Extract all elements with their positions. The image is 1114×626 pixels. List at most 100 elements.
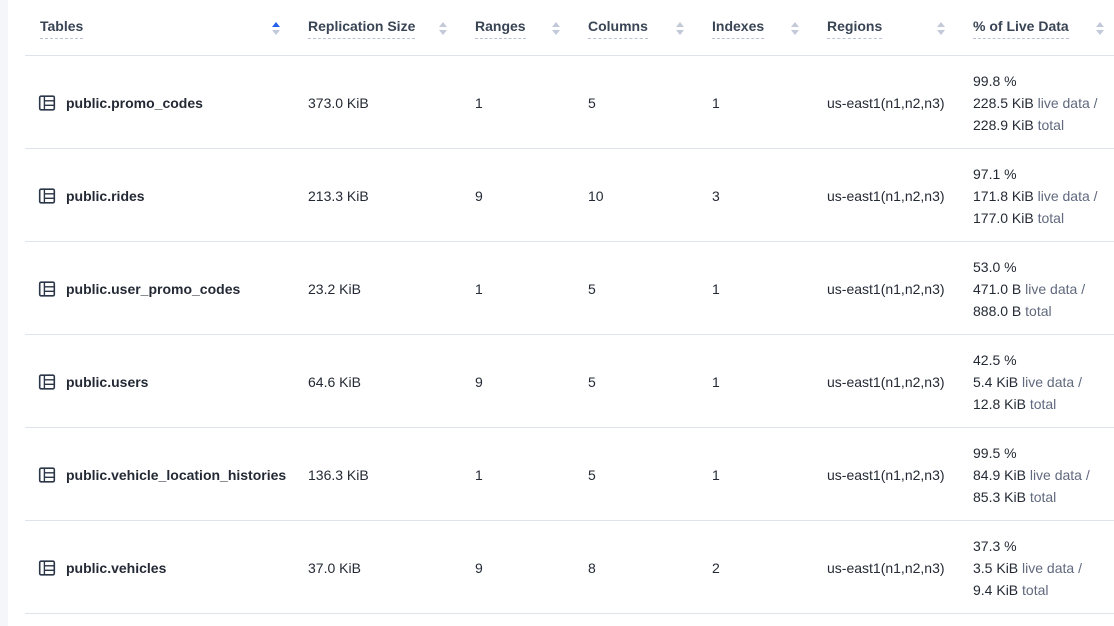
ranges-cell: 9: [467, 374, 580, 390]
total-size-line: 228.9 KiB total: [973, 114, 1108, 136]
sort-arrows-icon[interactable]: [1084, 22, 1104, 35]
column-header-tables[interactable]: Tables: [8, 18, 300, 39]
live-size-line: 228.5 KiB live data /: [973, 92, 1108, 114]
live-percent: 37.3 %: [973, 535, 1108, 557]
total-size: 888.0 B: [973, 303, 1021, 319]
table-name-link[interactable]: public.promo_codes: [66, 95, 203, 111]
column-header-replication-size[interactable]: Replication Size: [300, 18, 467, 39]
columns-cell: 10: [580, 188, 704, 204]
table-name-cell: public.vehicles: [8, 559, 300, 577]
live-size-label: live data /: [1022, 560, 1082, 576]
live-size-label: live data /: [1022, 374, 1082, 390]
live-percent: 42.5 %: [973, 349, 1108, 371]
table-name-link[interactable]: public.vehicle_location_histories: [66, 467, 286, 483]
table-header-row: Tables Replication Size Ranges Columns I…: [8, 0, 1114, 56]
total-size: 228.9 KiB: [973, 117, 1034, 133]
live-data-cell: 99.5 % 84.9 KiB live data / 85.3 KiB tot…: [965, 442, 1114, 508]
indexes-cell: 1: [704, 467, 819, 483]
total-size-label: total: [1022, 582, 1048, 598]
live-percent: 53.0 %: [973, 256, 1108, 278]
column-header-columns[interactable]: Columns: [580, 18, 704, 39]
live-size-line: 471.0 B live data /: [973, 278, 1108, 300]
sort-arrows-icon[interactable]: [427, 22, 447, 35]
indexes-cell: 1: [704, 374, 819, 390]
live-size-line: 84.9 KiB live data /: [973, 464, 1108, 486]
regions-cell: us-east1(n1,n2,n3): [819, 95, 965, 111]
replication-size-cell: 37.0 KiB: [300, 560, 467, 576]
table-name-cell: public.users: [8, 373, 300, 391]
table-name-link[interactable]: public.users: [66, 374, 148, 390]
table-icon: [38, 373, 56, 391]
indexes-cell: 3: [704, 188, 819, 204]
table-row: public.users 64.6 KiB 9 5 1 us-east1(n1,…: [8, 335, 1114, 428]
live-data-cell: 53.0 % 471.0 B live data / 888.0 B total: [965, 256, 1114, 322]
indexes-cell: 1: [704, 281, 819, 297]
tables-grid: Tables Replication Size Ranges Columns I…: [8, 0, 1114, 614]
table-row: public.user_promo_codes 23.2 KiB 1 5 1 u…: [8, 242, 1114, 335]
column-header-ranges[interactable]: Ranges: [467, 18, 580, 39]
column-header-indexes[interactable]: Indexes: [704, 18, 819, 39]
sort-arrows-icon[interactable]: [664, 22, 684, 35]
table-icon: [38, 559, 56, 577]
regions-cell: us-east1(n1,n2,n3): [819, 374, 965, 390]
sort-arrows-icon[interactable]: [540, 22, 560, 35]
replication-size-cell: 64.6 KiB: [300, 374, 467, 390]
column-header-label: Replication Size: [308, 18, 415, 39]
replication-size-cell: 373.0 KiB: [300, 95, 467, 111]
column-header-regions[interactable]: Regions: [819, 18, 965, 39]
table-name-link[interactable]: public.user_promo_codes: [66, 281, 240, 297]
column-header-label: Regions: [827, 18, 882, 39]
live-size: 3.5 KiB: [973, 560, 1018, 576]
ranges-cell: 9: [467, 560, 580, 576]
live-percent: 99.8 %: [973, 70, 1108, 92]
total-size-line: 888.0 B total: [973, 300, 1108, 322]
table-row: public.vehicles 37.0 KiB 9 8 2 us-east1(…: [8, 521, 1114, 614]
sort-arrows-icon[interactable]: [260, 22, 280, 35]
live-size: 171.8 KiB: [973, 188, 1034, 204]
total-size-label: total: [1030, 489, 1056, 505]
total-size: 12.8 KiB: [973, 396, 1026, 412]
table-name-cell: public.promo_codes: [8, 94, 300, 112]
live-size-line: 3.5 KiB live data /: [973, 557, 1108, 579]
total-size-label: total: [1038, 117, 1064, 133]
table-row: public.promo_codes 373.0 KiB 1 5 1 us-ea…: [8, 56, 1114, 149]
columns-cell: 8: [580, 560, 704, 576]
table-name-cell: public.rides: [8, 187, 300, 205]
live-size: 5.4 KiB: [973, 374, 1018, 390]
ranges-cell: 1: [467, 281, 580, 297]
column-header-live-data[interactable]: % of Live Data: [965, 18, 1114, 39]
table-name-cell: public.user_promo_codes: [8, 280, 300, 298]
table-icon: [38, 280, 56, 298]
column-header-label: Tables: [40, 18, 83, 39]
live-size: 228.5 KiB: [973, 95, 1034, 111]
table-body: public.promo_codes 373.0 KiB 1 5 1 us-ea…: [8, 56, 1114, 614]
regions-cell: us-east1(n1,n2,n3): [819, 188, 965, 204]
live-size-line: 5.4 KiB live data /: [973, 371, 1108, 393]
total-size-line: 9.4 KiB total: [973, 579, 1108, 601]
table-name-link[interactable]: public.rides: [66, 188, 145, 204]
live-data-cell: 99.8 % 228.5 KiB live data / 228.9 KiB t…: [965, 70, 1114, 136]
table-icon: [38, 187, 56, 205]
live-size-label: live data /: [1038, 95, 1098, 111]
regions-cell: us-east1(n1,n2,n3): [819, 560, 965, 576]
table-icon: [38, 466, 56, 484]
total-size-label: total: [1030, 396, 1056, 412]
live-data-cell: 42.5 % 5.4 KiB live data / 12.8 KiB tota…: [965, 349, 1114, 415]
total-size-line: 177.0 KiB total: [973, 207, 1108, 229]
total-size-line: 85.3 KiB total: [973, 486, 1108, 508]
sort-arrows-icon[interactable]: [779, 22, 799, 35]
live-percent: 99.5 %: [973, 442, 1108, 464]
column-header-label: Ranges: [475, 18, 526, 39]
column-header-label: Indexes: [712, 18, 764, 39]
live-size-label: live data /: [1025, 281, 1085, 297]
ranges-cell: 1: [467, 95, 580, 111]
table-name-link[interactable]: public.vehicles: [66, 560, 166, 576]
table-name-cell: public.vehicle_location_histories: [8, 466, 300, 484]
ranges-cell: 9: [467, 188, 580, 204]
live-data-cell: 37.3 % 3.5 KiB live data / 9.4 KiB total: [965, 535, 1114, 601]
columns-cell: 5: [580, 281, 704, 297]
sort-arrows-icon[interactable]: [925, 22, 945, 35]
page-background-strip: [0, 0, 8, 626]
indexes-cell: 2: [704, 560, 819, 576]
replication-size-cell: 136.3 KiB: [300, 467, 467, 483]
